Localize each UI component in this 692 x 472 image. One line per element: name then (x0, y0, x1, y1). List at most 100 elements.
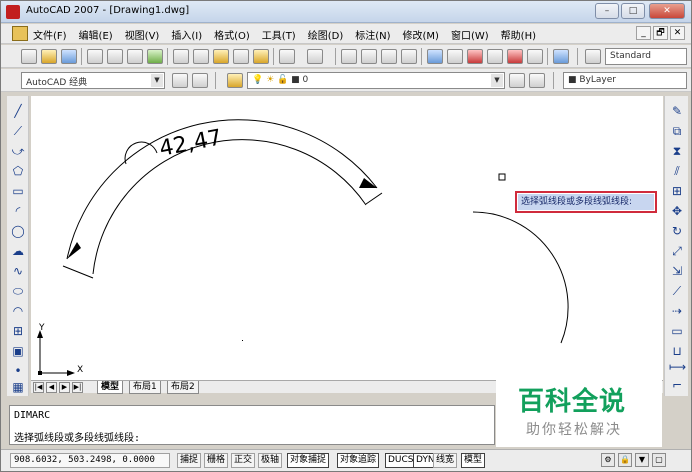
layer-manager-icon[interactable] (227, 73, 243, 88)
minimize-button[interactable]: – (595, 3, 619, 19)
tool-palettes-icon[interactable] (467, 49, 483, 64)
design-center-icon[interactable] (447, 49, 463, 64)
hatch-icon[interactable]: ▦ (10, 380, 26, 395)
chevron-down-icon[interactable]: ▼ (151, 74, 163, 87)
osnap-toggle[interactable]: 对象捕捉 (287, 453, 330, 468)
erase-icon[interactable]: ✎ (669, 104, 685, 119)
lineweight-toggle[interactable]: 线宽 (433, 453, 458, 468)
zoom-realtime-icon[interactable] (361, 49, 377, 64)
autocad-app-icon[interactable] (6, 5, 20, 19)
document-icon[interactable] (12, 26, 28, 41)
calculator-icon[interactable] (527, 49, 543, 64)
menu-item[interactable]: 工具(T) (262, 27, 296, 42)
arc-geometry[interactable] (92, 139, 367, 275)
zoom-previous-icon[interactable] (401, 49, 417, 64)
otrack-toggle[interactable]: 对象追踪 (337, 453, 380, 468)
menu-item[interactable]: 帮助(H) (501, 27, 536, 42)
menu-item[interactable]: 编辑(E) (79, 27, 113, 42)
zoom-window-icon[interactable] (381, 49, 397, 64)
menu-item[interactable]: 修改(M) (403, 27, 439, 42)
help-icon[interactable] (553, 49, 569, 64)
menu-item[interactable]: 插入(I) (171, 27, 202, 42)
construction-line-icon[interactable]: ⟋ (10, 124, 26, 139)
menu-item[interactable]: 文件(F) (33, 27, 67, 42)
chamfer-icon[interactable]: ⟼ (669, 360, 686, 375)
lock-icon[interactable]: 🔒 (618, 453, 632, 467)
rotate-icon[interactable]: ↻ (669, 224, 685, 239)
close-button[interactable]: ✕ (649, 3, 685, 19)
properties-icon[interactable] (427, 49, 443, 64)
tab-layout1[interactable]: 布局1 (129, 381, 161, 394)
circle-icon[interactable]: ◯ (10, 224, 26, 239)
copy-icon[interactable] (193, 49, 209, 64)
color-select[interactable]: ■ ByLayer (563, 72, 687, 89)
publish-icon[interactable] (127, 49, 143, 64)
mdi-restore-button[interactable]: 🗗 (653, 26, 668, 40)
spline-icon[interactable]: ∿ (10, 264, 26, 279)
trim-icon[interactable]: ⟋ (669, 284, 685, 299)
ortho-toggle[interactable]: 正交 (231, 453, 256, 468)
cut-icon[interactable] (173, 49, 189, 64)
break-icon[interactable]: ▭ (669, 324, 685, 339)
chevron-down-icon[interactable]: ▼ (491, 74, 503, 87)
line-icon[interactable]: ╱ (10, 104, 26, 119)
array-icon[interactable]: ⊞ (669, 184, 685, 199)
markup-icon[interactable] (507, 49, 523, 64)
sheet-set-icon[interactable] (487, 49, 503, 64)
ellipse-icon[interactable]: ⬭ (10, 284, 26, 299)
layer-previous-icon[interactable] (529, 73, 545, 88)
menu-item[interactable]: 标注(N) (355, 27, 390, 42)
chevron-down-icon[interactable]: ▼ (635, 453, 649, 467)
copy-object-icon[interactable]: ⧉ (669, 124, 685, 139)
make-object-layer-current-icon[interactable] (509, 73, 525, 88)
menu-item[interactable]: 窗口(W) (451, 27, 489, 42)
mdi-minimize-button[interactable]: _ (636, 26, 651, 40)
menu-item[interactable]: 格式(O) (214, 27, 250, 42)
tab-layout2[interactable]: 布局2 (167, 381, 199, 394)
pan-icon[interactable] (341, 49, 357, 64)
text-style-icon[interactable] (585, 49, 601, 64)
maximize-button[interactable]: □ (621, 3, 645, 19)
layer-select[interactable]: 💡 ☀ 🔓 ■ 0 ▼ (247, 72, 505, 89)
rectangle-icon[interactable]: ▭ (10, 184, 26, 199)
stretch-icon[interactable]: ⇲ (669, 264, 685, 279)
tab-model[interactable]: 模型 (97, 381, 124, 394)
snap-toggle[interactable]: 捕捉 (177, 453, 202, 468)
first-tab-button[interactable]: |◀ (33, 382, 44, 393)
block-editor-icon[interactable] (253, 49, 269, 64)
paste-icon[interactable] (213, 49, 229, 64)
command-window[interactable]: DIMARC 选择弧线段或多段线弧线段: (9, 405, 495, 445)
clean-screen-icon[interactable]: ▢ (652, 453, 666, 467)
my-workspace-icon[interactable] (192, 73, 208, 88)
scale-icon[interactable]: ⤢ (669, 244, 685, 259)
menu-item[interactable]: 绘图(D) (308, 27, 344, 42)
3d-dwf-icon[interactable] (147, 49, 163, 64)
insert-block-icon[interactable]: ⊞ (10, 324, 26, 339)
polygon-icon[interactable]: ⬠ (10, 164, 26, 179)
print-icon[interactable] (87, 49, 103, 64)
join-icon[interactable]: ⊔ (669, 344, 685, 359)
last-tab-button[interactable]: ▶| (72, 382, 83, 393)
mirror-icon[interactable]: ⧗ (669, 144, 685, 159)
polyline-icon[interactable]: ⤻ (10, 144, 26, 159)
point-icon[interactable]: • (10, 364, 26, 379)
model-toggle[interactable]: 模型 (461, 453, 486, 468)
make-block-icon[interactable]: ▣ (10, 344, 26, 359)
new-file-icon[interactable] (21, 49, 37, 64)
offset-icon[interactable]: ⫽ (669, 164, 685, 179)
redo-icon[interactable] (307, 49, 323, 64)
workspace-select[interactable]: AutoCAD 经典 ▼ (21, 72, 165, 89)
revision-cloud-icon[interactable]: ☁ (10, 244, 26, 259)
workspace-settings-icon[interactable] (172, 73, 188, 88)
move-icon[interactable]: ✥ (669, 204, 685, 219)
polar-toggle[interactable]: 极轴 (258, 453, 283, 468)
coordinates-readout[interactable]: 908.6032, 503.2498, 0.0000 (10, 453, 170, 468)
undo-icon[interactable] (279, 49, 295, 64)
ellipse-arc-icon[interactable]: ◠ (10, 304, 26, 319)
save-icon[interactable] (61, 49, 77, 64)
open-file-icon[interactable] (41, 49, 57, 64)
print-preview-icon[interactable] (107, 49, 123, 64)
match-properties-icon[interactable] (233, 49, 249, 64)
grid-toggle[interactable]: 栅格 (204, 453, 229, 468)
fillet-icon[interactable]: ⌐ (669, 378, 685, 393)
